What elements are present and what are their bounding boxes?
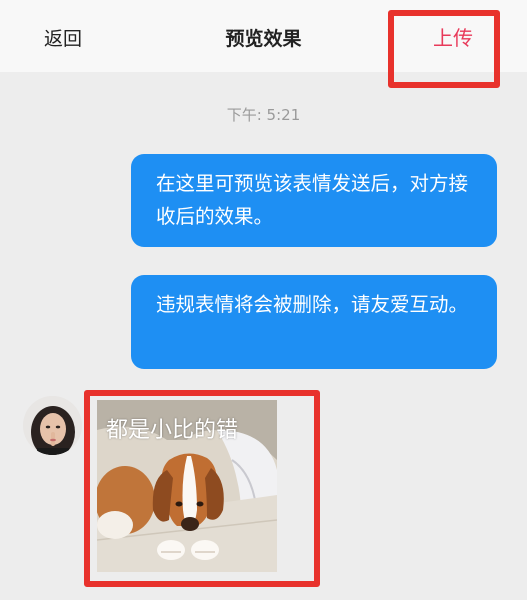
sticker-caption: 都是小比的错 — [106, 418, 239, 443]
chat-bubble: 在这里可预览该表情发送后，对方接收后的效果。 — [131, 154, 497, 247]
sticker-message[interactable]: 都是小比的错 — [97, 400, 277, 572]
avatar-icon — [23, 396, 82, 455]
upload-highlight-frame — [388, 10, 500, 88]
avatar[interactable] — [23, 396, 82, 455]
message-timestamp: 下午: 5:21 — [226, 106, 301, 124]
chat-bubble: 违规表情将会被删除，请友爱互动。 — [131, 275, 497, 369]
